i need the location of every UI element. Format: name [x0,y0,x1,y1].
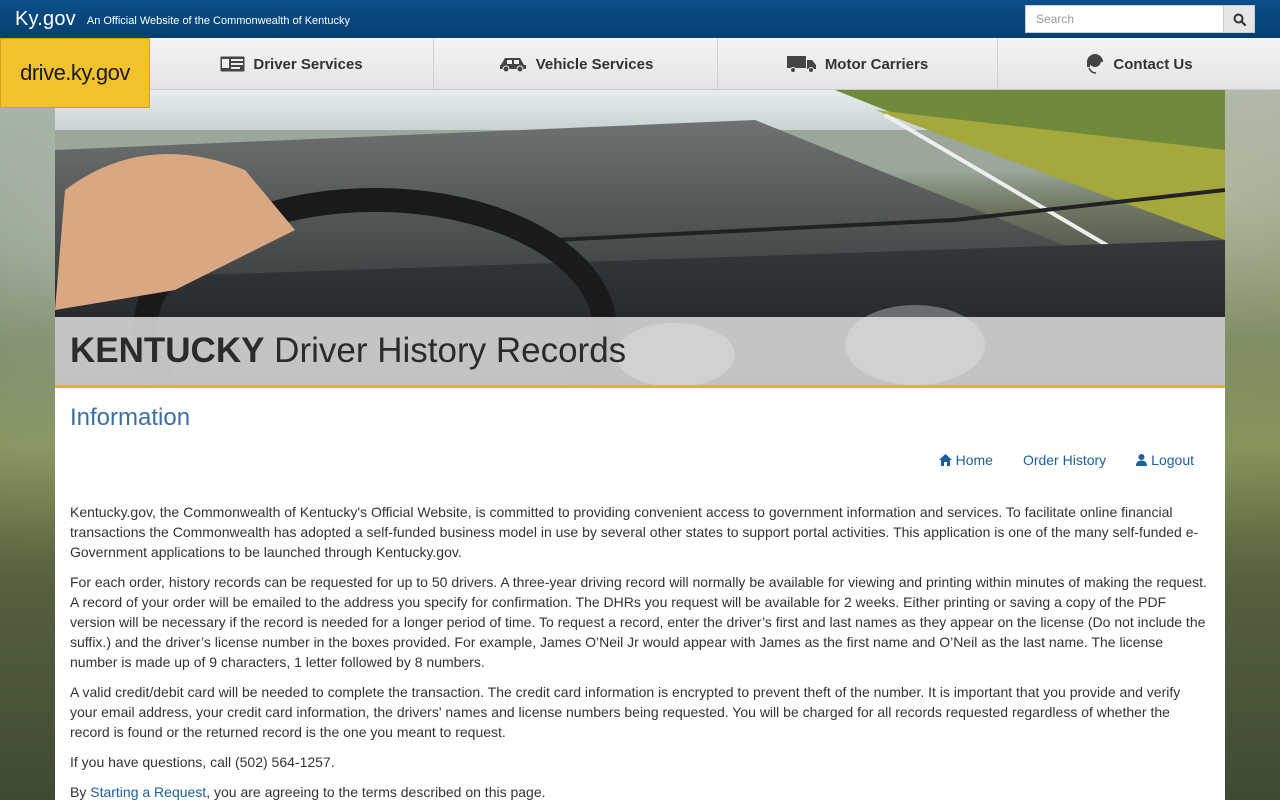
paragraph: A valid credit/debit card will be needed… [70,684,1181,740]
home-icon [938,454,952,466]
search-input[interactable] [1025,5,1223,33]
terms-prefix: By [70,784,91,800]
home-link[interactable]: Home [938,452,993,468]
logo-text: drive.ky.gov [20,60,130,85]
search-icon [1233,13,1246,26]
order-history-link[interactable]: Order History [1023,452,1106,468]
starting-request-link[interactable]: Starting a Request [90,784,206,800]
search-form [1025,5,1255,33]
main-content: Information Home Order History Logout Ke… [55,388,1225,800]
section-heading: Information [70,404,191,431]
nav-label: Motor Carriers [824,55,929,73]
terms-suffix: , you are agreeing to the terms describe… [206,784,546,800]
site-tagline: An Official Website of the Commonwealth … [86,15,350,27]
license-card-icon [220,56,245,72]
paragraph: For each order, history records can be r… [70,574,1207,670]
main-nav: Driver Services Vehicle Services Motor C… [0,38,1280,90]
logout-label: Logout [1151,452,1194,468]
headset-icon [1087,54,1104,74]
logout-link[interactable]: Logout [1136,452,1194,468]
hero-banner: KENTUCKY Driver History Records [55,90,1225,388]
nav-label: Driver Services [253,55,363,73]
top-bar: Ky.gov An Official Website of the Common… [0,0,1280,38]
kygov-link[interactable]: Ky.gov [15,8,76,31]
paragraph: If you have questions, call (502) 564-12… [70,754,335,770]
nav-motor-carriers[interactable]: Motor Carriers [718,38,998,90]
nav-vehicle-services[interactable]: Vehicle Services [434,38,718,90]
terms-paragraph: By Starting a Request, you are agreeing … [70,782,1210,800]
search-button[interactable] [1223,5,1255,33]
truck-icon [786,56,816,73]
information-text: Kentucky.gov, the Commonwealth of Kentuc… [70,502,1210,800]
paragraph: Kentucky.gov, the Commonwealth of Kentuc… [70,504,1199,560]
car-icon [499,58,526,73]
drive-ky-gov-logo[interactable]: drive.ky.gov [0,38,150,108]
page-title-bold: KENTUCKY [70,331,265,370]
user-icon [1136,454,1148,466]
page-title: KENTUCKY Driver History Records [70,331,626,371]
home-link-label: Home [955,452,993,468]
nav-label: Contact Us [1113,55,1193,73]
account-links: Home Order History Logout [938,452,1194,468]
hero-title-band: KENTUCKY Driver History Records [55,317,1225,385]
order-history-label: Order History [1022,452,1107,468]
nav-label: Vehicle Services [535,55,654,73]
page-title-rest: Driver History Records [264,331,627,370]
nav-driver-services[interactable]: Driver Services [150,38,434,90]
nav-contact-us[interactable]: Contact Us [998,38,1280,90]
